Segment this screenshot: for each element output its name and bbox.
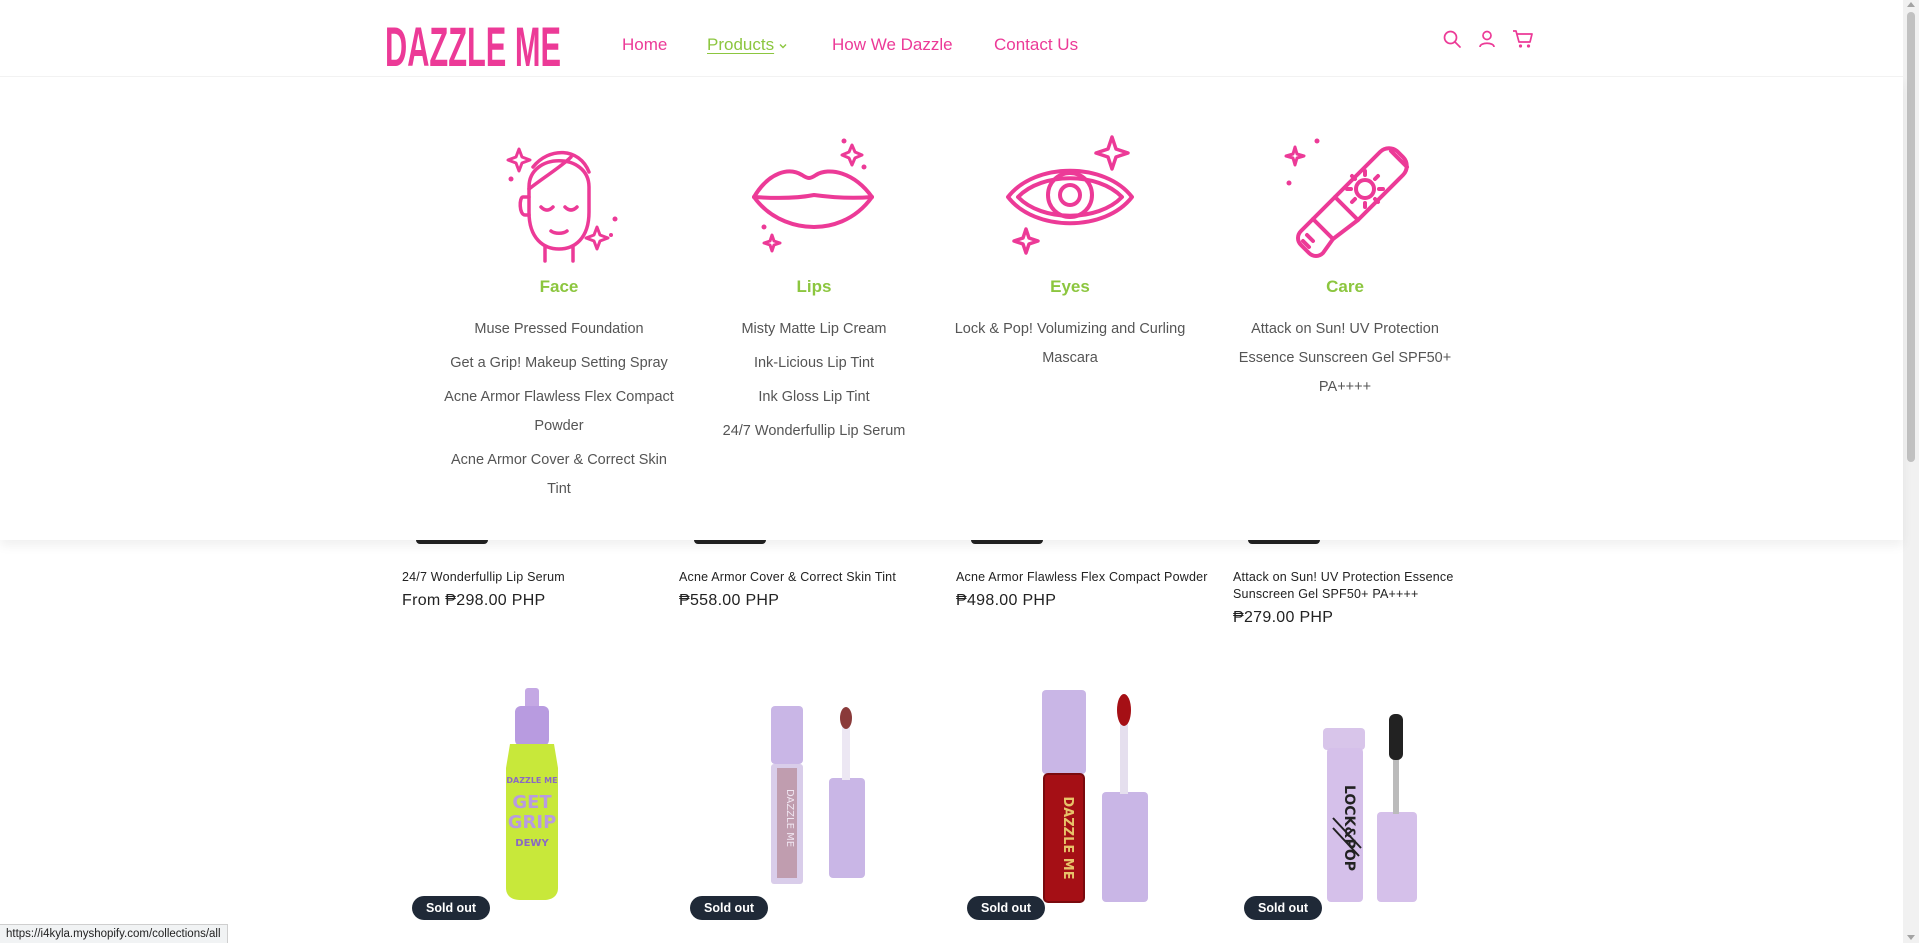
svg-text:DAZZLE ME: DAZZLE ME [506, 776, 557, 785]
eye-icon [1006, 135, 1134, 255]
badge-stub [694, 540, 766, 544]
mega-column-lips: Lips Misty Matte Lip Cream Ink-Licious L… [689, 127, 939, 446]
mega-link[interactable]: Muse Pressed Foundation [434, 315, 684, 344]
product-name[interactable]: Acne Armor Cover & Correct Skin Tint [679, 569, 939, 586]
badge-stub [416, 540, 488, 544]
product-name[interactable]: Attack on Sun! UV Protection Essence Sun… [1233, 569, 1473, 603]
svg-text:GRIP: GRIP [508, 812, 557, 833]
product-price: ₱558.00 PHP [679, 592, 780, 609]
nav-how-we-dazzle[interactable]: How We Dazzle [832, 35, 953, 55]
search-icon[interactable] [1442, 29, 1464, 51]
product-card[interactable]: Acne Armor Flawless Flex Compact Powder … [956, 569, 1216, 610]
mega-column-care: Care Attack on Sun! UV Protection Essenc… [1220, 127, 1470, 402]
mega-column-eyes: Eyes Lock & Pop! Volumizing and Curling … [945, 127, 1195, 373]
product-price: ₱498.00 PHP [956, 592, 1057, 609]
nav-home[interactable]: Home [622, 35, 667, 55]
svg-text:DAZZLE ME: DAZZLE ME [385, 16, 561, 72]
sunscreen-icon [1284, 138, 1409, 258]
setting-spray-bottle-image: DAZZLE ME GET GRIP DEWY [506, 688, 558, 900]
product-name[interactable]: 24/7 Wonderfullip Lip Serum [402, 569, 662, 586]
nav-contact-us[interactable]: Contact Us [994, 35, 1078, 55]
product-card[interactable]: 24/7 Wonderfullip Lip Serum From ₱298.00… [402, 569, 662, 610]
mega-link[interactable]: Ink-Licious Lip Tint [689, 349, 939, 378]
sold-out-badge: Sold out [1244, 896, 1322, 920]
lip-tint-mauve-image: DAZZLE ME [771, 706, 865, 884]
mega-column-title: Care [1326, 277, 1364, 296]
lip-tint-red-image: DAZZLE ME [1042, 690, 1148, 903]
site-header: DAZZLE ME Home Products How We Dazzle Co… [0, 0, 1903, 77]
mega-link[interactable]: Get a Grip! Makeup Setting Spray [434, 349, 684, 378]
mascara-image: LOCK&POP [1323, 714, 1417, 902]
mega-link[interactable]: Ink Gloss Lip Tint [689, 383, 939, 412]
mega-link[interactable]: 24/7 Wonderfullip Lip Serum [689, 417, 939, 446]
product-price: ₱279.00 PHP [1233, 609, 1334, 626]
badge-stub [971, 540, 1043, 544]
sold-out-badge: Sold out [690, 896, 768, 920]
sold-out-badge: Sold out [412, 896, 490, 920]
status-bar-url: https://i4kyla.myshopify.com/collections… [0, 924, 228, 943]
product-price: From ₱298.00 PHP [402, 592, 546, 609]
account-icon[interactable] [1477, 29, 1499, 51]
nav-products-label: Products [707, 35, 775, 54]
mega-column-title: Face [539, 277, 579, 296]
product-image-setting-spray[interactable]: DAZZLE ME GET GRIP DEWY [402, 678, 662, 918]
mega-link[interactable]: Lock & Pop! Volumizing and Curling Masca… [945, 315, 1195, 373]
product-name[interactable]: Acne Armor Flawless Flex Compact Powder [956, 569, 1216, 586]
sold-out-badge: Sold out [967, 896, 1045, 920]
product-card[interactable]: Acne Armor Cover & Correct Skin Tint ₱55… [679, 569, 939, 610]
chevron-down-icon [779, 43, 787, 49]
svg-text:DAZZLE ME: DAZZLE ME [784, 789, 795, 847]
product-card[interactable]: Attack on Sun! UV Protection Essence Sun… [1233, 569, 1473, 627]
page-scrollbar[interactable] [1903, 0, 1919, 943]
face-icon [506, 147, 618, 263]
mega-column-title: Eyes [1050, 277, 1090, 296]
mega-link[interactable]: Acne Armor Flawless Flex Compact Powder [434, 383, 684, 441]
svg-text:DEWY: DEWY [515, 838, 549, 849]
mega-column-title: Lips [796, 277, 832, 296]
badge-stub [1248, 540, 1320, 544]
product-image-lip-tint-mauve[interactable]: DAZZLE ME [679, 678, 939, 918]
mega-link[interactable]: Attack on Sun! UV Protection Essence Sun… [1220, 315, 1470, 402]
products-mega-menu: Face Muse Pressed Foundation Get a Grip!… [0, 77, 1903, 540]
nav-products[interactable]: Products [707, 35, 788, 55]
lips-icon [752, 138, 874, 253]
dazzle-me-logo[interactable]: DAZZLE ME [385, 16, 565, 72]
scroll-down-arrow-icon[interactable] [1907, 935, 1915, 940]
product-image-mascara[interactable]: LOCK&POP [1233, 678, 1493, 918]
svg-text:GET: GET [512, 792, 552, 813]
mega-link[interactable]: Acne Armor Cover & Correct Skin Tint [434, 446, 684, 504]
scroll-up-arrow-icon[interactable] [1907, 2, 1915, 7]
product-image-lip-tint-red[interactable]: DAZZLE ME [956, 678, 1216, 918]
mega-column-face: Face Muse Pressed Foundation Get a Grip!… [434, 127, 684, 504]
svg-text:DAZZLE ME: DAZZLE ME [1060, 796, 1075, 879]
scrollbar-thumb[interactable] [1907, 12, 1915, 462]
cart-icon[interactable] [1512, 29, 1534, 51]
mega-link[interactable]: Misty Matte Lip Cream [689, 315, 939, 344]
